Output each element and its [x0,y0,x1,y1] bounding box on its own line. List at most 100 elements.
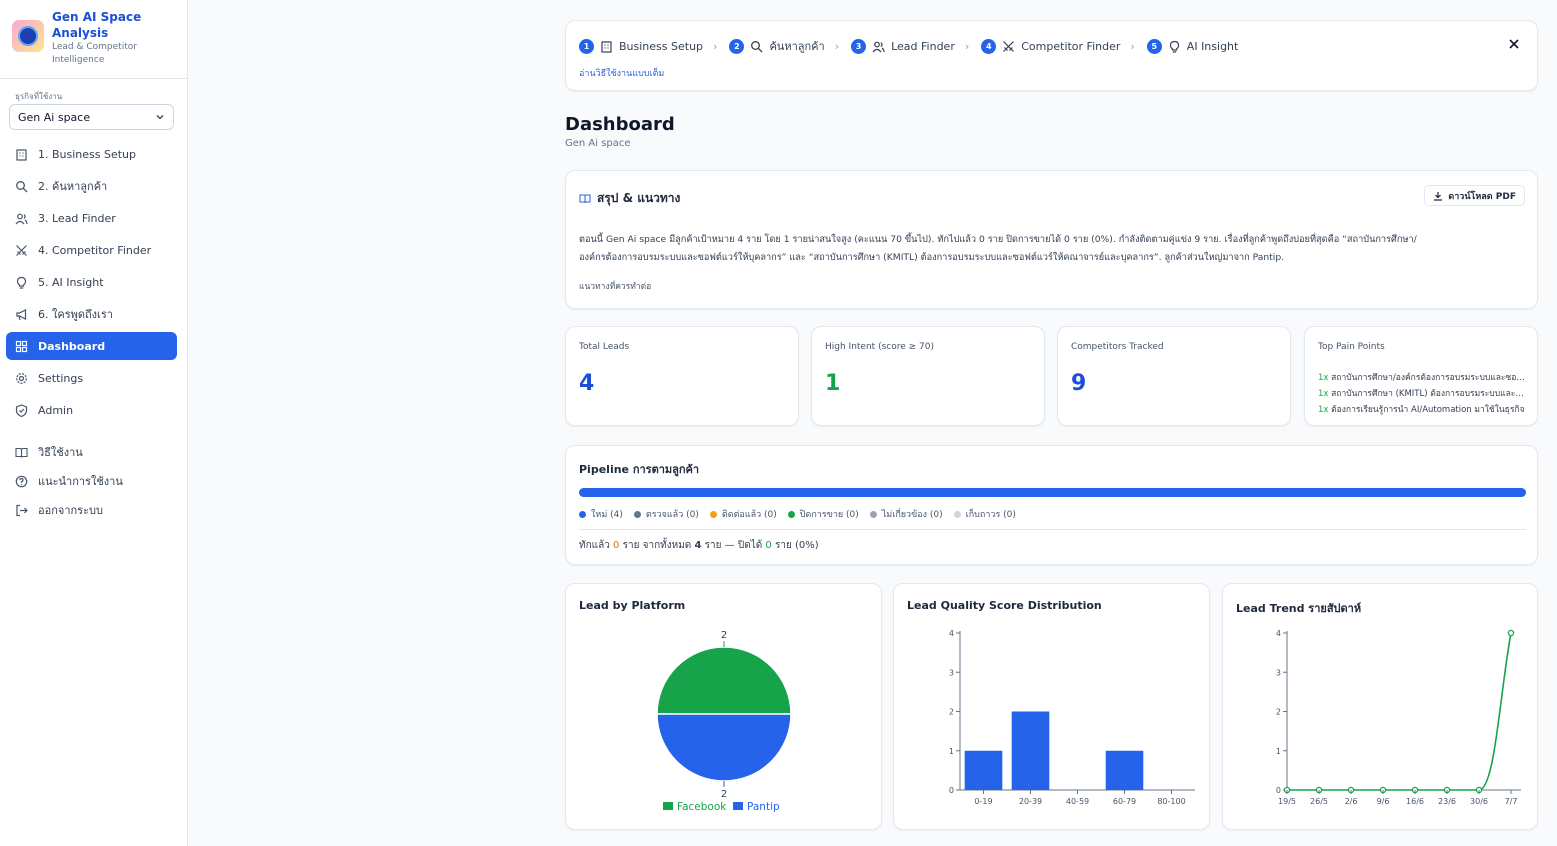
main-content: 1 Business Setup › 2 ค้นหาลูกค้า › 3 Lead Finde… [188,0,1557,846]
footer-text: ราย — ปิดได้ [704,540,763,551]
y-tick-label: 0 [949,786,954,795]
grid-icon [15,340,28,353]
stat-card-total-leads: Total Leads 4 [565,326,799,426]
step-label: Business Setup [619,39,704,53]
y-tick-label: 2 [949,708,954,717]
workspace-select[interactable]: Gen Ai space [9,104,174,130]
x-tick-label: 19/5 [1278,797,1296,806]
step-label: ค้นหาลูกค้า [769,40,825,53]
lead-by-platform-card: Lead by Platform 2 2 Facebook Pantip [565,583,882,830]
brand-logo [12,20,44,52]
onboarding-stepper: 1 Business Setup › 2 ค้นหาลูกค้า › 3 Lead Finde… [565,20,1538,91]
nav-label: 5. AI Insight [38,275,104,289]
nav-item-3[interactable]: 4. Competitor Finder [6,236,177,264]
nav-label: 2. ค้นหาลูกค้า [38,180,108,193]
x-tick-label: 9/6 [1377,797,1390,806]
nav-label: 6. ใครพูดถึงเรา [38,308,113,321]
nav-item-6[interactable]: Dashboard [6,332,177,360]
nav-item-7[interactable]: Settings [6,364,177,392]
nav-footer-item-1[interactable]: แนะนำการใช้งาน [6,467,177,495]
step-number: 3 [851,38,867,54]
stat-value: 4 [579,371,595,396]
pipeline-legend-item: ไม่เกี่ยวข้อง (0) [869,507,943,521]
y-tick-label: 3 [949,668,954,677]
nav-item-0[interactable]: 1. Business Setup [6,140,177,168]
sidebar: Gen AI Space Analysis Lead & Competitor … [0,0,188,846]
lead-quality-card: Lead Quality Score Distribution 0 1 2 3 4 0-1… [893,583,1210,830]
step-number: 2 [729,38,745,54]
book-open-icon [579,194,591,203]
stat-label: Competitors Tracked [1071,342,1164,352]
pain-point-item: 1x สถาบันการศึกษา (KMITL) ต้องการอบรมระบ… [1318,386,1528,400]
chevron-right-icon: › [964,39,970,53]
full-guide-link[interactable]: อ่านวิธีใช้งานแบบเต็ม [579,66,664,80]
pain-point-count: 1x [1318,389,1329,399]
step-3[interactable]: 3 Lead Finder [851,38,955,54]
stat-card-pain-points: Top Pain Points 1x สถาบันการศึกษา/องค์กร… [1304,326,1538,426]
y-tick-label: 1 [1276,747,1281,756]
brand-title: Gen AI Space Analysis [52,10,142,40]
help-icon [15,475,28,488]
swords-icon [1002,40,1015,53]
bar-60-79 [1105,750,1144,790]
nav-footer-item-2[interactable]: ออกจากระบบ [6,496,177,524]
pipeline-footer: ทักแล้ว 0 ราย จากทั้งหมด 4 ราย — ปิดได้ … [579,538,819,553]
nav-label: Dashboard [38,339,106,353]
nav-item-8[interactable]: Admin [6,396,177,424]
close-icon[interactable] [1507,37,1521,51]
stat-card-high-intent: High Intent (score ≥ 70) 1 [811,326,1045,426]
stat-value: 1 [825,371,841,396]
step-5[interactable]: 5 AI Insight [1146,38,1239,54]
x-tick-label: 7/7 [1505,797,1518,806]
nav-label: แนะนำการใช้งาน [38,475,123,488]
logout-icon [15,504,28,517]
step-4[interactable]: 4 Competitor Finder [981,38,1121,54]
pipeline-legend-item: เก็บถาวร (0) [953,507,1016,521]
page-subtitle: Gen Ai space [565,138,631,149]
pie-data-label: 2 [721,789,727,800]
chevron-right-icon: › [713,39,718,53]
step-label: Competitor Finder [1021,39,1121,53]
nav-item-1[interactable]: 2. ค้นหาลูกค้า [6,172,177,200]
legend-dot [709,510,717,518]
footer-text: ทักแล้ว [579,540,610,551]
pie-slice-pantip [656,713,792,782]
globe-icon [18,26,38,46]
trend-line [1287,632,1512,791]
y-tick-label: 2 [1276,708,1281,717]
bar-20-39 [1011,711,1050,790]
pipeline-card: Pipeline การตามลูกค้า ใหม่ (4) ตรวจแล้ว (… [565,445,1538,565]
step-number: 4 [981,38,997,54]
next-steps-link[interactable]: แนวทางที่ควรทำต่อ [579,279,651,293]
gear-icon [15,372,28,385]
footer-text: ราย (0%) [774,540,819,551]
x-tick-label: 26/5 [1310,797,1328,806]
y-tick-label: 4 [1276,629,1281,638]
nav-label: ออกจากระบบ [38,504,103,517]
step-label: AI Insight [1186,39,1239,53]
download-pdf-button[interactable]: ดาวน์โหลด PDF [1424,185,1525,206]
pipeline-bar [579,488,1526,497]
stat-card-competitors: Competitors Tracked 9 [1057,326,1291,426]
closed-count: 0 [765,540,772,551]
step-1[interactable]: 1 Business Setup [579,38,704,54]
swords-icon [15,244,28,257]
legend-label: เก็บถาวร (0) [965,510,1016,520]
step-2[interactable]: 2 ค้นหาลูกค้า [729,37,825,55]
pipeline-legend-item: ใหม่ (4) [579,507,623,521]
nav-item-5[interactable]: 6. ใครพูดถึงเรา [6,300,177,328]
pain-point-item: 1x ต้องการเรียนรู้การนำ AI/Automation มา… [1318,402,1528,416]
pain-point-item: 1x สถาบันการศึกษา/องค์กรต้องการอบรมระบบแ… [1318,370,1528,384]
legend-label: Pantip [747,801,780,813]
pipeline-legend-item: ตรวจแล้ว (0) [633,507,699,521]
building-icon [600,40,613,53]
download-icon [1434,191,1443,201]
legend-dot [579,510,586,518]
nav-item-4[interactable]: 5. AI Insight [6,268,177,296]
nav-item-2[interactable]: 3. Lead Finder [6,204,177,232]
nav-footer-item-0[interactable]: วิธีใช้งาน [6,438,177,466]
stat-label: High Intent (score ≥ 70) [825,342,934,352]
legend-dot [953,510,961,518]
y-tick-label: 4 [949,629,954,638]
summary-text-line-2: องค์กรต้องการอบรมระบบและซอฟต์แวร์ให้บุคล… [579,252,1285,263]
